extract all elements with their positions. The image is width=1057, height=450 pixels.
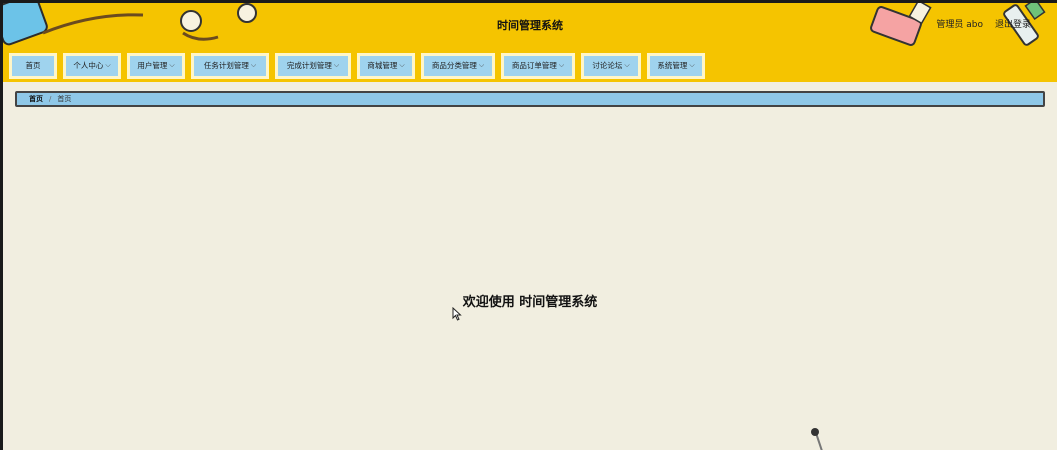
nav-item-mall-management[interactable]: 商城管理 ⌵ bbox=[357, 52, 415, 79]
app-window: 时间管理系统 管理员 abo 退出登录 首页 个人中心 ⌵ 用户管理 ⌵ 任务计划管… bbox=[0, 0, 1057, 450]
nav-item-completed-plan-management[interactable]: 完成计划管理 ⌵ bbox=[275, 52, 351, 79]
chevron-down-icon: ⌵ bbox=[399, 61, 405, 69]
breadcrumb: 首页 / 首页 bbox=[15, 91, 1045, 107]
mouse-cursor-icon bbox=[452, 307, 462, 321]
nav-item-label: 系统管理 bbox=[657, 61, 688, 70]
nav-item-label: 完成计划管理 bbox=[286, 61, 332, 70]
nav-item-label: 商品分类管理 bbox=[431, 61, 477, 70]
chevron-down-icon: ⌵ bbox=[624, 61, 630, 69]
nav-item-task-plan-management[interactable]: 任务计划管理 ⌵ bbox=[191, 52, 269, 79]
nav-item-label: 首页 bbox=[25, 61, 41, 70]
welcome-message: 欢迎使用 时间管理系统 bbox=[462, 295, 598, 310]
nav-item-home[interactable]: 首页 bbox=[9, 52, 57, 79]
chevron-down-icon: ⌵ bbox=[558, 61, 565, 69]
chevron-down-icon: ⌵ bbox=[169, 61, 175, 69]
logout-link[interactable]: 退出登录 bbox=[995, 17, 1031, 30]
nav-item-personal-center[interactable]: 个人中心 ⌵ bbox=[63, 52, 121, 79]
nav-item-forum[interactable]: 讨论论坛 ⌵ bbox=[581, 52, 641, 79]
decorative-microphone-icon bbox=[811, 428, 823, 450]
chevron-down-icon: ⌵ bbox=[333, 61, 340, 69]
user-label: 管理员 abo bbox=[936, 20, 983, 30]
app-title: 时间管理系统 bbox=[497, 19, 563, 32]
nav-item-label: 讨论论坛 bbox=[592, 61, 623, 70]
chevron-down-icon: ⌵ bbox=[250, 61, 257, 69]
user-area: 管理员 abo 退出登录 bbox=[936, 17, 1031, 30]
header: 时间管理系统 管理员 abo 退出登录 bbox=[3, 3, 1057, 49]
nav-item-label: 任务计划管理 bbox=[203, 61, 249, 70]
nav-item-label: 个人中心 bbox=[73, 61, 104, 70]
nav-item-order-management[interactable]: 商品订单管理 ⌵ bbox=[501, 52, 575, 79]
chevron-down-icon: ⌵ bbox=[689, 61, 695, 69]
main-nav: 首页 个人中心 ⌵ 用户管理 ⌵ 任务计划管理 ⌵ 完成计划管理 ⌵ 商城管理 ⌵ 商品分… bbox=[3, 49, 1057, 82]
chevron-down-icon: ⌵ bbox=[478, 61, 485, 69]
chevron-down-icon: ⌵ bbox=[105, 61, 111, 69]
breadcrumb-home-link[interactable]: 首页 bbox=[29, 94, 43, 104]
nav-item-system-management[interactable]: 系统管理 ⌵ bbox=[647, 52, 705, 79]
nav-item-label: 商城管理 bbox=[367, 61, 398, 70]
nav-item-category-management[interactable]: 商品分类管理 ⌵ bbox=[421, 52, 495, 79]
breadcrumb-separator: / bbox=[49, 95, 52, 103]
nav-item-label: 商品订单管理 bbox=[511, 61, 557, 70]
breadcrumb-current: 首页 bbox=[57, 95, 72, 103]
nav-item-label: 用户管理 bbox=[137, 61, 168, 70]
nav-item-user-management[interactable]: 用户管理 ⌵ bbox=[127, 52, 185, 79]
